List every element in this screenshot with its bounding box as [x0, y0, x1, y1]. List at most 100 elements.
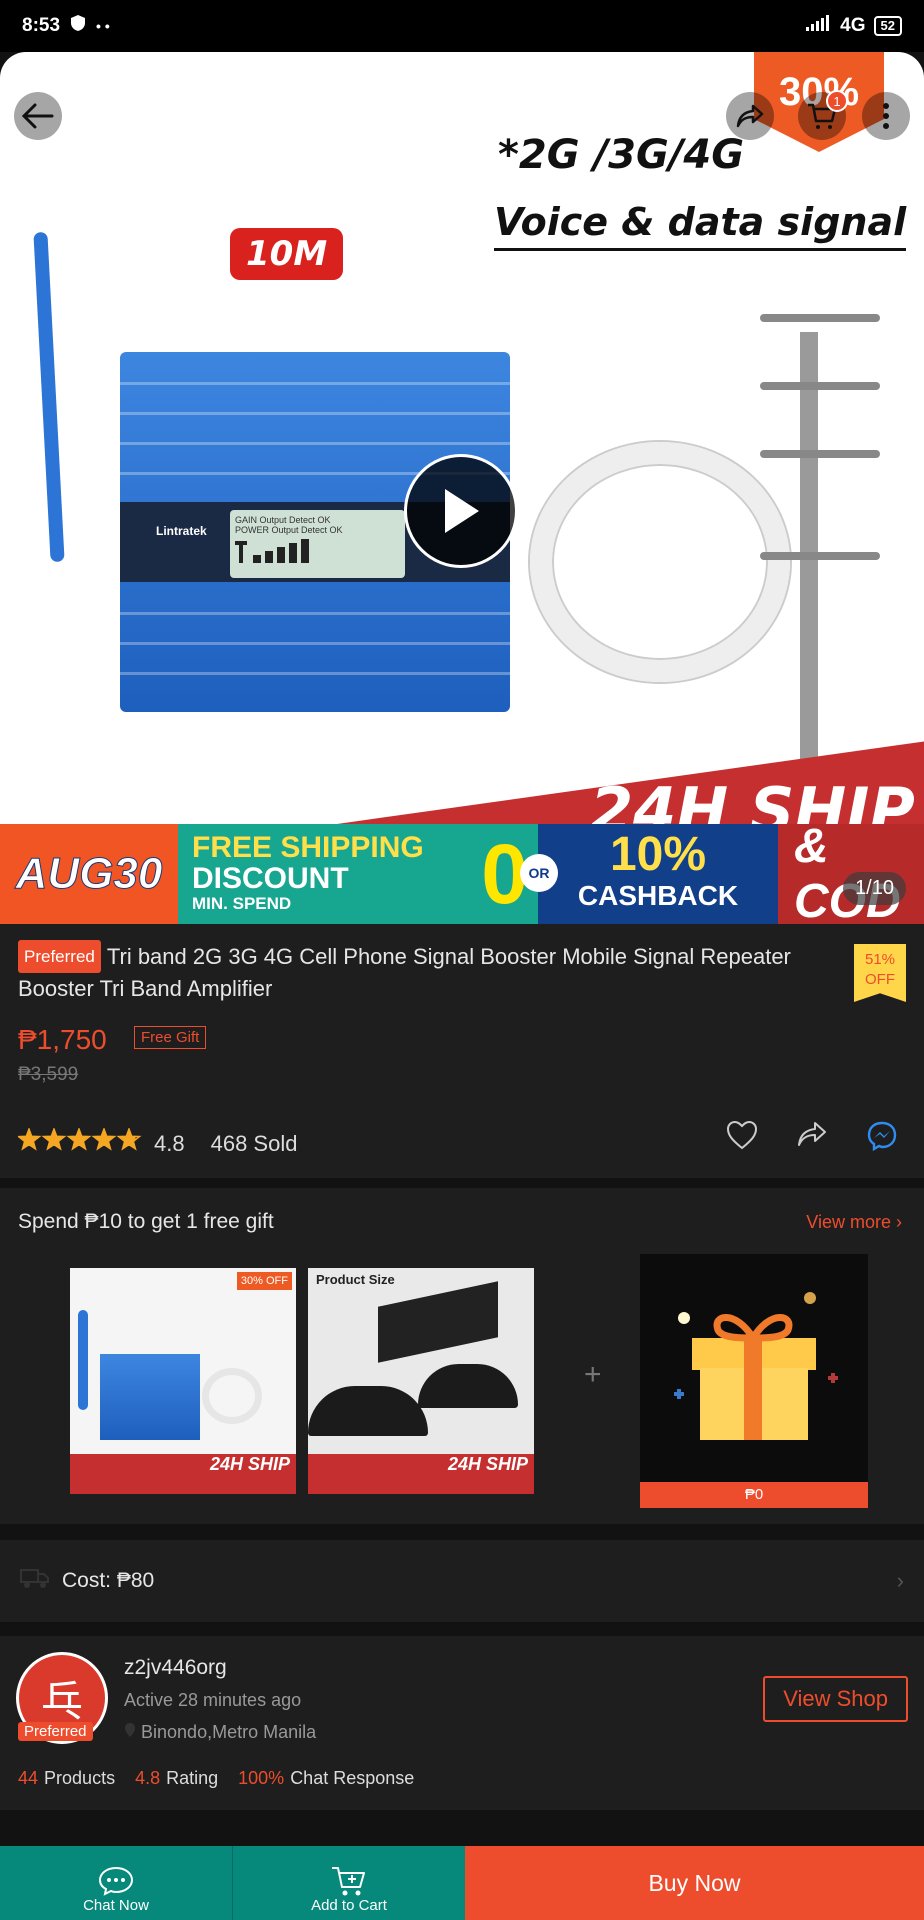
plus-icon: +	[584, 1358, 602, 1391]
battery-icon: 52	[873, 16, 902, 36]
rating-row: 4.8 468 Sold	[16, 1126, 298, 1159]
view-more-link[interactable]: View more ›	[806, 1212, 902, 1233]
device-lcd: GAIN Output Detect OK POWER Output Detec…	[230, 510, 405, 578]
network-type: 4G	[840, 15, 866, 36]
chevron-right-icon: ›	[896, 1212, 902, 1232]
chat-icon	[98, 1866, 134, 1896]
share-icon	[736, 104, 764, 128]
preferred-tag: Preferred	[18, 940, 101, 973]
star-2	[41, 1126, 67, 1151]
location-pin-icon	[124, 1722, 141, 1742]
chat-now-label: Chat Now	[83, 1897, 149, 1914]
status-bar: 8:53 • • 4G 52	[0, 0, 924, 52]
shipping-row[interactable]: Cost: ₱80 ›	[0, 1540, 924, 1622]
star-4	[91, 1126, 117, 1151]
add-to-cart-button[interactable]: Add to Cart	[233, 1846, 465, 1920]
thumb1-corner: 30% OFF	[236, 1272, 292, 1290]
heart-icon[interactable]	[726, 1120, 758, 1157]
view-more-label: View more	[806, 1212, 891, 1232]
signal-icon	[806, 15, 832, 37]
discount-badge: 51% OFF	[854, 944, 906, 1002]
cable-length-badge: 10M	[230, 228, 344, 280]
original-price: ₱3,599	[18, 1064, 79, 1085]
shop-name[interactable]: z2jv446org	[124, 1656, 227, 1680]
stat-chat: 100% Chat Response	[238, 1768, 414, 1789]
gift-price: ₱0	[640, 1482, 868, 1508]
stat-chat-value: 100%	[238, 1768, 285, 1788]
play-icon	[445, 489, 479, 533]
stat-products: 44 Products	[18, 1768, 115, 1789]
shop-preferred-tag: Preferred	[18, 1722, 93, 1741]
discount-off-label: OFF	[865, 971, 895, 988]
rating-value: 4.8	[154, 1130, 185, 1156]
buy-now-button[interactable]: Buy Now	[465, 1846, 924, 1920]
sold-count: 468 Sold	[210, 1130, 298, 1156]
promo-or: OR	[520, 854, 558, 892]
promo-cashback-label: CASHBACK	[577, 880, 739, 911]
promo-cashback-pct: 10%	[609, 828, 707, 881]
product-title-text: Tri band 2G 3G 4G Cell Phone Signal Boos…	[18, 944, 791, 1001]
shop-stats: 44 Products 4.8 Rating 100% Chat Response	[18, 1768, 414, 1789]
stat-products-label: Products	[44, 1768, 116, 1788]
more-options-button[interactable]	[862, 92, 910, 140]
share-icon[interactable]	[796, 1120, 828, 1157]
back-arrow-icon	[21, 103, 54, 129]
lcd-line-power: POWER Output Detect OK	[235, 525, 343, 535]
shop-active-status: Active 28 minutes ago	[124, 1690, 302, 1710]
promo-banner: AUG30 FREE SHIPPING DISCOUNT MIN. SPEND …	[0, 820, 924, 928]
add-to-cart-label: Add to Cart	[311, 1897, 387, 1914]
thumb2-title: Product Size	[316, 1272, 395, 1287]
bottom-action-bar: Chat Now Add to Cart Buy Now	[0, 1846, 924, 1920]
hero-tagline-bands: *2G /3G/4G	[498, 132, 745, 178]
stat-rating-value: 4.8	[135, 1768, 161, 1788]
stat-chat-label: Chat Response	[290, 1768, 415, 1788]
coax-cable-graphic	[530, 442, 790, 682]
thumb1-band: 24H SHIP	[70, 1454, 296, 1494]
hero-tagline-signal: Voice & data signal	[494, 200, 907, 251]
yagi-antenna-graphic	[800, 332, 818, 762]
product-actions	[726, 1120, 898, 1157]
more-vertical-icon	[883, 103, 889, 129]
cart-count-badge: 1	[826, 90, 848, 112]
promo-aug30: AUG30	[0, 824, 178, 924]
dots-icon: • •	[96, 18, 110, 34]
share-button[interactable]	[726, 92, 774, 140]
thumb2-band: 24H SHIP	[308, 1454, 534, 1494]
truck-icon	[20, 1567, 50, 1595]
back-button[interactable]	[14, 92, 62, 140]
chat-now-button[interactable]: Chat Now	[0, 1846, 232, 1920]
star-1	[16, 1126, 42, 1151]
gift-product-thumb-2[interactable]: Product Size 24H SHIP	[308, 1268, 534, 1494]
cart-button[interactable]: 1	[798, 90, 848, 140]
shop-card: 乓 Preferred z2jv446org Active 28 minutes…	[0, 1636, 924, 1810]
messenger-icon[interactable]	[866, 1120, 898, 1157]
view-shop-button[interactable]: View Shop	[763, 1676, 908, 1722]
shop-location: Binondo,Metro Manila	[124, 1722, 316, 1743]
promo-free-shipping: FREE SHIPPING DISCOUNT MIN. SPEND 0	[178, 824, 538, 924]
chevron-right-icon: ›	[896, 1568, 904, 1593]
stat-rating-label: Rating	[166, 1768, 219, 1788]
shipping-cost: Cost: ₱80	[62, 1569, 155, 1592]
antenna-graphic	[33, 231, 65, 563]
promo-cashback: 10% CASHBACK	[538, 824, 778, 924]
gift-box-icon	[674, 1292, 838, 1440]
shop-location-text: Binondo,Metro Manila	[141, 1722, 317, 1742]
discount-pct: 51%	[864, 951, 896, 968]
product-title: Preferred Tri band 2G 3G 4G Cell Phone Si…	[18, 940, 798, 1004]
gift-product-thumb-1[interactable]: 30% OFF 24H SHIP	[70, 1268, 296, 1494]
gift-heading: Spend ₱10 to get 1 free gift	[18, 1210, 274, 1233]
star-3	[66, 1126, 92, 1151]
stat-rating: 4.8 Rating	[135, 1768, 218, 1789]
lcd-line-gain: GAIN Output Detect OK	[235, 515, 331, 525]
star-rating-icon	[16, 1126, 142, 1159]
shield-icon	[70, 14, 86, 38]
image-counter: 1/10	[843, 872, 906, 905]
product-image-carousel[interactable]: 10M *2G /3G/4G Voice & data signal Lintr…	[0, 52, 924, 924]
shop-logo-glyph: 乓	[40, 1676, 83, 1726]
current-price: ₱1,750	[18, 1024, 107, 1055]
status-time: 8:53	[22, 15, 61, 36]
product-info: Preferred Tri band 2G 3G 4G Cell Phone Si…	[0, 924, 924, 1178]
play-video-button[interactable]	[404, 454, 518, 568]
free-gift-item[interactable]: ₱0	[640, 1254, 868, 1508]
stat-products-value: 44	[18, 1768, 39, 1788]
